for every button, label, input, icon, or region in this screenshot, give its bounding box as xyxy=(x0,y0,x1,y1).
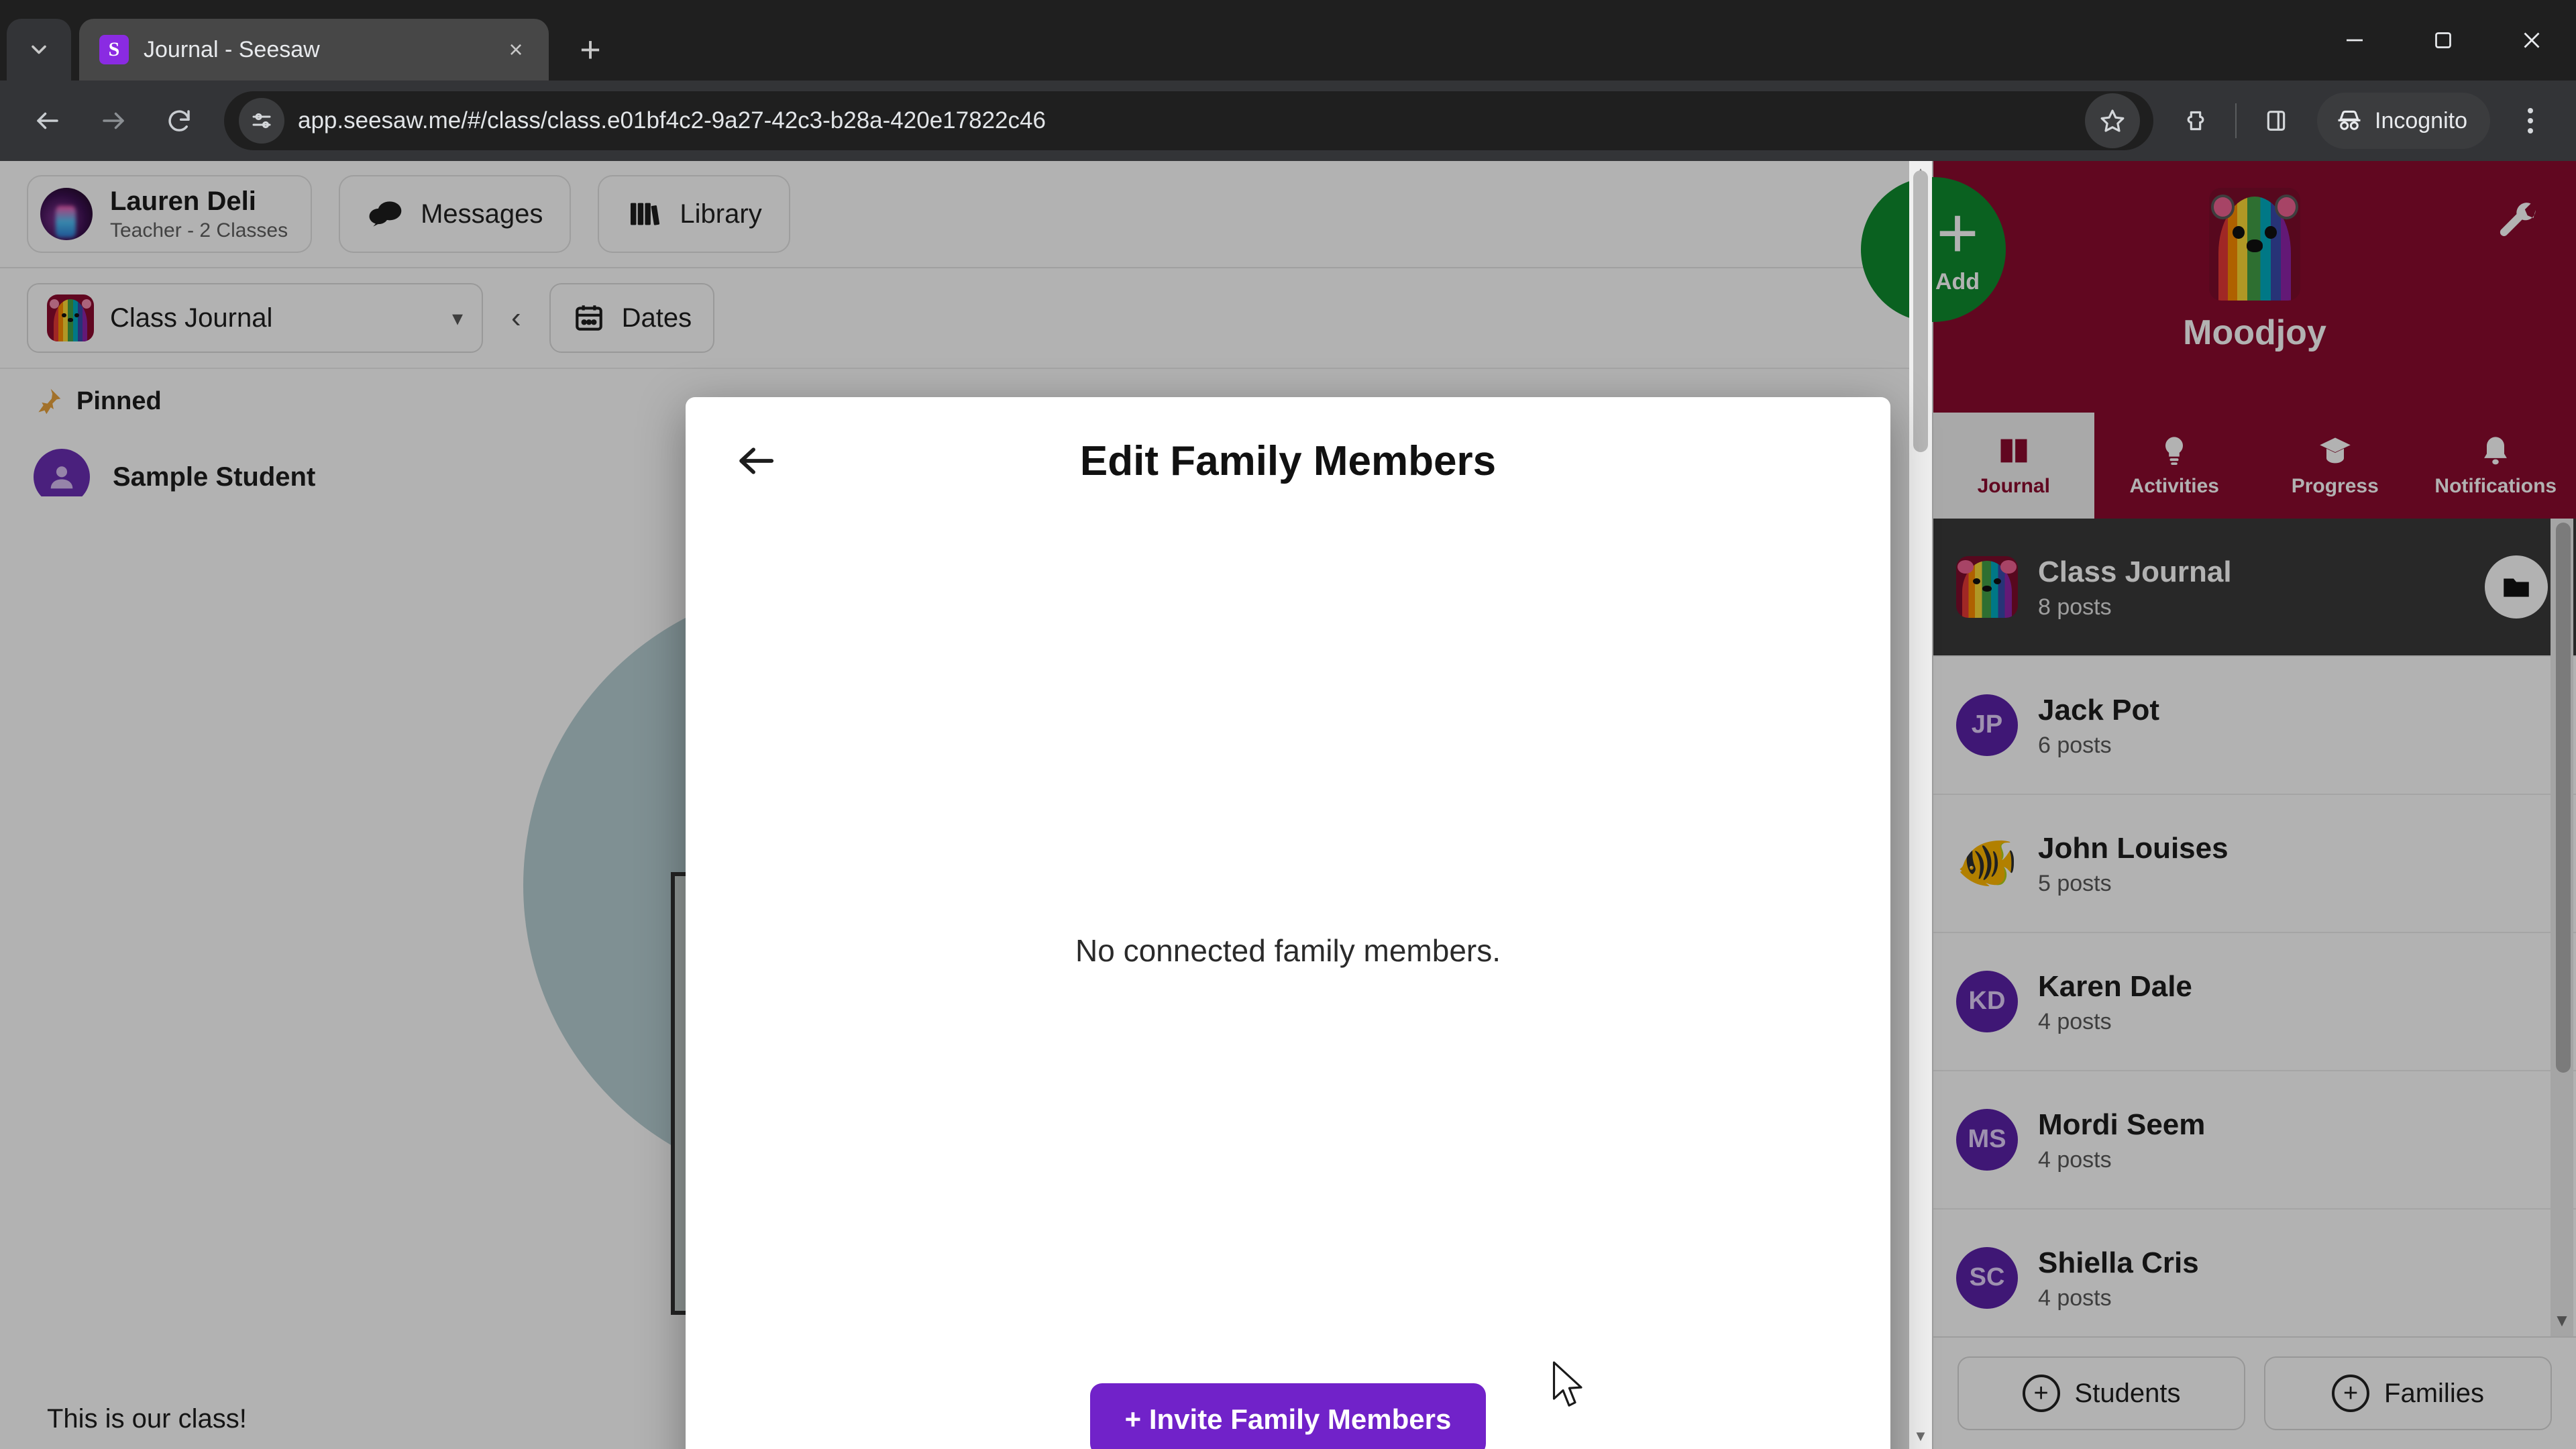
maximize-button[interactable] xyxy=(2399,0,2487,80)
page-scrollbar[interactable]: ▲ ▼ xyxy=(1909,161,1932,1449)
reload-icon[interactable] xyxy=(149,91,209,151)
scroll-down-arrow[interactable]: ▼ xyxy=(1909,1425,1932,1448)
address-bar[interactable]: app.seesaw.me/#/class/class.e01bf4c2-9a2… xyxy=(224,91,2153,150)
dialog-title: Edit Family Members xyxy=(1079,437,1497,484)
tab-strip: S Journal - Seesaw × + xyxy=(0,0,2576,80)
dialog-footer: + Invite Family Members xyxy=(686,1377,1890,1449)
extensions-icon[interactable] xyxy=(2168,93,2223,148)
forward-arrow-icon[interactable] xyxy=(83,91,144,151)
browser-toolbar: app.seesaw.me/#/class/class.e01bf4c2-9a2… xyxy=(0,80,2576,161)
tab-title: Journal - Seesaw xyxy=(144,36,320,62)
mouse-cursor xyxy=(1551,1360,1587,1416)
scrollbar-thumb[interactable] xyxy=(1913,170,1928,452)
back-arrow-icon[interactable] xyxy=(727,432,785,490)
url-text: app.seesaw.me/#/class/class.e01bf4c2-9a2… xyxy=(298,107,1046,133)
empty-state-message: No connected family members. xyxy=(1075,933,1501,968)
new-tab-button[interactable]: + xyxy=(564,23,617,76)
seesaw-favicon-icon: S xyxy=(99,35,129,64)
tab-search-button[interactable] xyxy=(7,19,71,80)
tune-icon[interactable] xyxy=(239,98,284,144)
dialog-body: No connected family members. xyxy=(686,525,1890,1377)
toolbar-divider xyxy=(2235,103,2237,138)
browser-tab[interactable]: S Journal - Seesaw × xyxy=(79,19,549,80)
browser-window: S Journal - Seesaw × + app.seesaw.me/#/c… xyxy=(0,0,2576,1449)
incognito-icon xyxy=(2338,110,2361,130)
kebab-menu-icon[interactable] xyxy=(2502,93,2559,149)
star-icon[interactable] xyxy=(2085,93,2140,148)
window-controls xyxy=(2310,0,2576,80)
minimize-button[interactable] xyxy=(2310,0,2399,80)
side-panel-icon[interactable] xyxy=(2249,93,2304,148)
edit-family-members-dialog: Edit Family Members No connected family … xyxy=(686,397,1890,1449)
web-page: Lauren Deli Teacher - 2 Classes Messages… xyxy=(0,161,2576,1449)
dialog-header: Edit Family Members xyxy=(686,397,1890,525)
close-window-button[interactable] xyxy=(2487,0,2576,80)
invite-family-members-button[interactable]: + Invite Family Members xyxy=(1089,1383,1487,1449)
close-tab-button[interactable]: × xyxy=(500,34,531,65)
incognito-label: Incognito xyxy=(2375,107,2467,133)
back-arrow-icon[interactable] xyxy=(17,91,78,151)
incognito-profile-button[interactable]: Incognito xyxy=(2317,93,2490,149)
